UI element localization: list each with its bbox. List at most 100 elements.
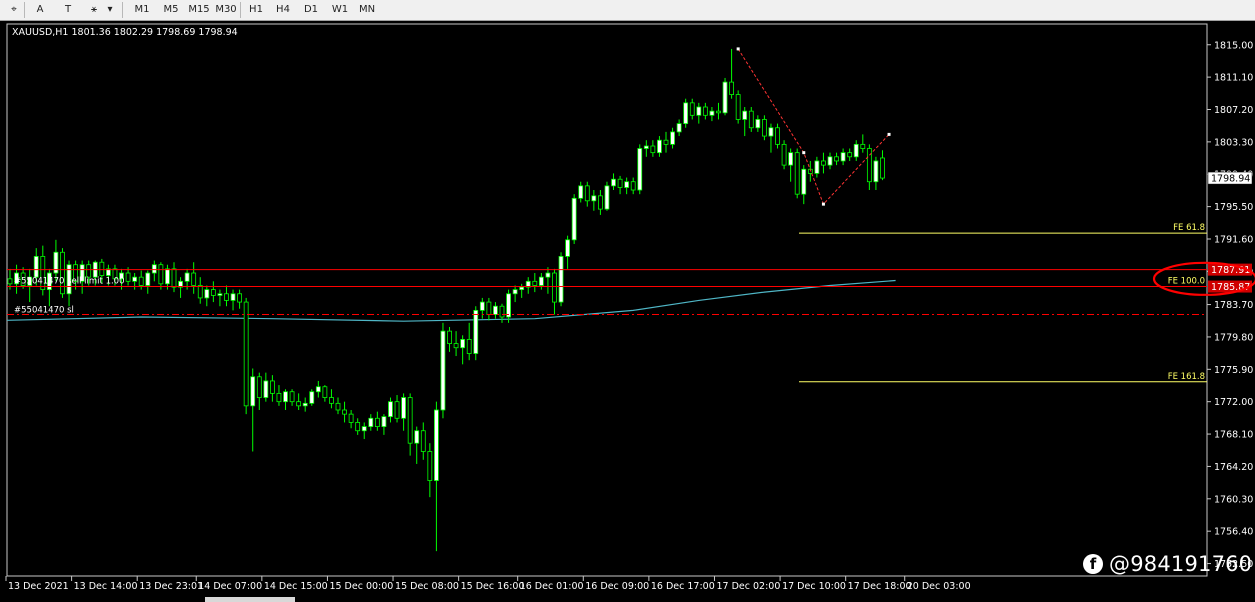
timeframe-m5-button[interactable]: M5 (160, 2, 182, 18)
candle-body (709, 110, 715, 116)
candle-body (775, 127, 780, 145)
candle-body (335, 402, 341, 411)
candle-body (269, 380, 275, 394)
candle-body (663, 139, 669, 145)
candle-body (748, 110, 754, 129)
candle-body (158, 264, 164, 285)
candle-body (473, 309, 479, 354)
y-tick-label: 1815.00 (1214, 40, 1253, 51)
candle-body (847, 152, 853, 158)
current-price-label: 1798.94 (1211, 174, 1250, 185)
toolbar-separator (122, 2, 123, 18)
candle-body (60, 251, 65, 295)
chart-tabs-strip (0, 597, 1255, 602)
candle-body (361, 426, 367, 432)
candle-body (624, 181, 630, 188)
timeframe-w1-button[interactable]: W1 (330, 2, 350, 18)
candle-body (702, 106, 708, 116)
candle-body (552, 272, 557, 303)
x-tick-label: 16 Dec 09:00 (585, 581, 649, 592)
x-tick-label: 17 Dec 02:00 (716, 581, 780, 592)
zigzag-point (821, 202, 825, 206)
candle-body (657, 139, 662, 154)
label-tool-icon[interactable]: T (58, 2, 78, 18)
candle-body (348, 413, 354, 423)
candle-body (630, 181, 636, 191)
candle-body (538, 276, 544, 286)
candle-body (283, 391, 288, 403)
candle-body (171, 268, 177, 288)
watermark: f @984191760 (1083, 551, 1252, 577)
candle-body (512, 289, 518, 295)
candle-body (781, 143, 787, 166)
zigzag-point (736, 47, 740, 51)
candle-body (794, 152, 800, 195)
candle-body (355, 422, 361, 432)
candle-body (394, 401, 400, 419)
timeframe-m15-button[interactable]: M15 (187, 2, 211, 18)
candle-body (742, 110, 748, 120)
candle-body (584, 185, 590, 202)
candle-body (834, 156, 839, 162)
x-tick-label: 13 Dec 23:01 (139, 581, 203, 592)
timeframe-h1-button[interactable]: H1 (245, 2, 267, 18)
cursor-tool-icon[interactable]: ⌖ (4, 2, 24, 18)
candle-body (381, 416, 387, 427)
candle-body (99, 261, 105, 276)
candle-body (460, 339, 466, 349)
y-tick-label: 1768.10 (1214, 430, 1253, 441)
candle-body (276, 392, 282, 403)
candle-body (637, 148, 643, 191)
candle-body (486, 301, 492, 315)
candle-body (571, 197, 577, 241)
watermark-text: @984191760 (1109, 552, 1253, 576)
shapes-tool-icon[interactable]: ⚹ (84, 2, 104, 18)
y-tick-label: 1756.40 (1214, 527, 1253, 538)
candle-body (532, 280, 538, 286)
candle-body (125, 272, 131, 282)
x-tick-label: 16 Dec 01:00 (520, 581, 584, 592)
text-tool-icon[interactable]: A (30, 2, 50, 18)
candle-body (722, 81, 728, 114)
candle-body (86, 264, 92, 278)
candle-body (762, 119, 767, 137)
zigzag-point (887, 132, 891, 136)
timeframe-mn-button[interactable]: MN (356, 2, 378, 18)
price-chart[interactable]: 1815.001811.101807.201803.301799.401795.… (0, 21, 1255, 597)
candle-body (493, 305, 498, 315)
x-tick-label: 13 Dec 2021 (8, 581, 69, 592)
candle-body (768, 127, 774, 137)
candle-body (433, 409, 439, 481)
x-tick-label: 17 Dec 18:00 (848, 581, 912, 592)
candle-body (453, 343, 459, 349)
candle-body (224, 293, 229, 301)
timeframe-d1-button[interactable]: D1 (302, 2, 320, 18)
candle-body (604, 185, 610, 210)
candle-body (368, 417, 374, 427)
chart-tab[interactable] (205, 597, 295, 602)
x-tick-label: 15 Dec 16:00 (461, 581, 525, 592)
y-tick-label: 1772.00 (1214, 397, 1253, 408)
fibo-expansion-label: FE 61.8 (1173, 223, 1205, 233)
x-tick-label: 14 Dec 15:00 (264, 581, 328, 592)
candle-body (151, 264, 157, 274)
candle-body (860, 143, 866, 149)
candle-body (689, 102, 695, 116)
candle-body (683, 102, 689, 125)
candle-body (388, 401, 393, 418)
candle-body (427, 451, 433, 481)
timeframe-h4-button[interactable]: H4 (273, 2, 293, 18)
candle-body (296, 401, 302, 407)
zigzag-point (802, 151, 806, 155)
candle-body (440, 330, 446, 411)
toolbar-separator (240, 2, 241, 18)
toolbar-separator (24, 2, 25, 18)
x-tick-label: 15 Dec 08:00 (395, 581, 459, 592)
dropdown-arrow-icon[interactable]: ▾ (104, 2, 116, 18)
candle-body (197, 285, 203, 299)
candle-body (801, 168, 807, 195)
timeframe-m30-button[interactable]: M30 (214, 2, 238, 18)
timeframe-m1-button[interactable]: M1 (131, 2, 153, 18)
candle-body (138, 276, 144, 286)
candle-body (565, 239, 570, 257)
